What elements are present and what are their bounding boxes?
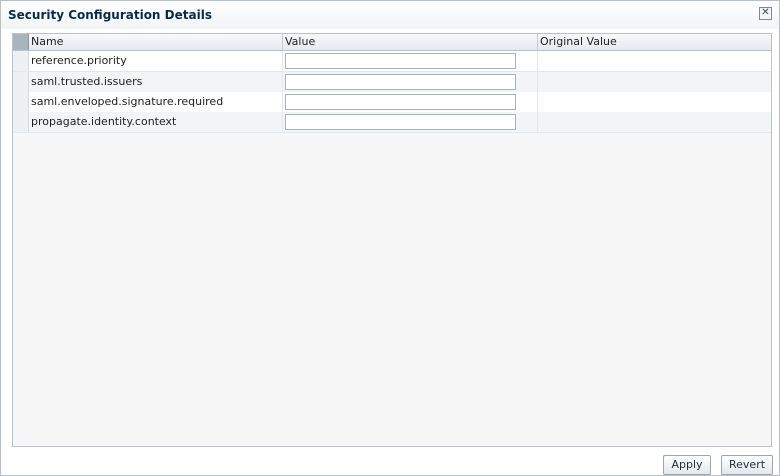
value-cell [283, 112, 538, 132]
properties-table: Name Value Original Value reference.prio… [12, 33, 772, 447]
table-row[interactable]: saml.enveloped.signature.required [13, 92, 771, 113]
column-header-original-value[interactable]: Original Value [538, 34, 771, 50]
table-header: Name Value Original Value [13, 34, 771, 51]
table-row[interactable]: reference.priority [13, 51, 771, 72]
column-header-name[interactable]: Name [29, 34, 283, 50]
table-row[interactable]: propagate.identity.context [13, 112, 771, 133]
apply-button[interactable]: Apply [663, 455, 711, 475]
original-value [538, 92, 771, 112]
value-input[interactable] [285, 74, 516, 90]
value-input[interactable] [285, 94, 516, 110]
original-value [538, 112, 771, 132]
security-config-dialog: Security Configuration Details ✕ Name Va… [0, 0, 780, 476]
value-cell [283, 92, 538, 112]
original-value [538, 51, 771, 71]
dialog-title: Security Configuration Details [8, 8, 212, 22]
value-cell [283, 51, 538, 71]
close-icon[interactable]: ✕ [759, 7, 772, 20]
row-header[interactable] [13, 92, 29, 112]
column-header-value[interactable]: Value [283, 34, 538, 50]
revert-button[interactable]: Revert [721, 455, 773, 475]
table-row[interactable]: saml.trusted.issuers [13, 72, 771, 93]
row-header[interactable] [13, 51, 29, 71]
dialog-titlebar: Security Configuration Details ✕ [1, 1, 779, 29]
value-input[interactable] [285, 53, 516, 69]
value-input[interactable] [285, 114, 516, 130]
row-header[interactable] [13, 72, 29, 92]
value-cell [283, 72, 538, 92]
select-all-corner[interactable] [13, 34, 29, 50]
property-name: reference.priority [29, 51, 283, 71]
property-name: saml.enveloped.signature.required [29, 92, 283, 112]
row-header[interactable] [13, 112, 29, 132]
property-name: propagate.identity.context [29, 112, 283, 132]
original-value [538, 72, 771, 92]
property-name: saml.trusted.issuers [29, 72, 283, 92]
